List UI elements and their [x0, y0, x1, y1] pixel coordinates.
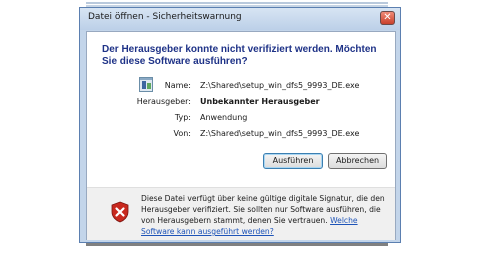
name-label: Name: [164, 81, 191, 90]
window-title: Datei öffnen - Sicherheitswarnung [88, 12, 242, 22]
from-value: Z:\Shared\setup_win_dfs5_9993_DE.exe [200, 129, 360, 138]
background-stripe [86, 2, 388, 4]
run-button[interactable]: Ausführen [263, 153, 323, 169]
cancel-button[interactable]: Abbrechen [328, 153, 387, 169]
publisher-label: Herausgeber: [136, 97, 191, 106]
warning-headline: Der Herausgeber konnte nicht verifiziert… [102, 44, 377, 67]
type-value: Anwendung [200, 113, 248, 122]
close-icon[interactable]: ✕ [380, 11, 395, 25]
background-stripe [86, 243, 388, 246]
warning-footer: Diese Datei verfügt über keine gültige d… [87, 187, 395, 240]
name-value: Z:\Shared\setup_win_dfs5_9993_DE.exe [200, 81, 360, 90]
publisher-value: Unbekannter Herausgeber [200, 97, 320, 106]
security-shield-icon [111, 201, 129, 223]
warning-text-block: Diese Datei verfügt über keine gültige d… [141, 193, 385, 237]
type-label: Typ: [174, 113, 191, 122]
dialog-content: Der Herausgeber konnte nicht verifiziert… [86, 31, 396, 240]
title-bar: Datei öffnen - Sicherheitswarnung ✕ [80, 8, 400, 30]
from-label: Von: [173, 129, 191, 138]
security-warning-dialog: Datei öffnen - Sicherheitswarnung ✕ Der … [79, 7, 401, 243]
